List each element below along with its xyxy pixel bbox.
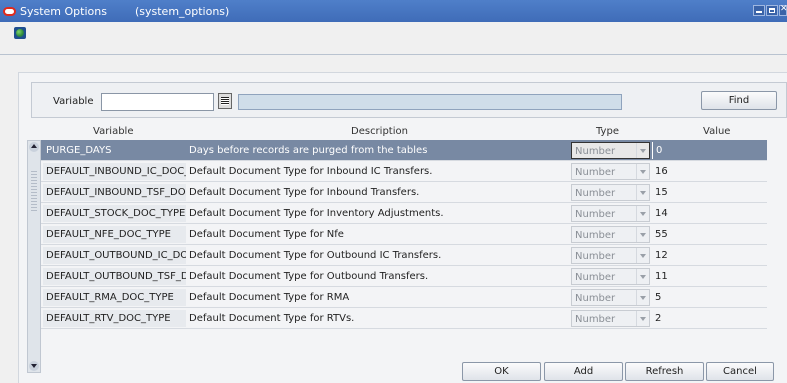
value-cell[interactable]: 12 bbox=[652, 247, 767, 264]
ok-button[interactable]: OK bbox=[462, 362, 541, 381]
type-value: Number bbox=[575, 188, 616, 199]
list-of-values-icon[interactable] bbox=[218, 93, 232, 109]
description-cell[interactable]: Default Document Type for Inventory Adju… bbox=[187, 205, 569, 222]
header-value: Value bbox=[703, 126, 731, 137]
chevron-down-icon[interactable] bbox=[636, 227, 649, 242]
chevron-down-icon[interactable] bbox=[636, 164, 649, 179]
scroll-up-arrow-icon[interactable] bbox=[29, 142, 39, 152]
window-controls bbox=[753, 4, 787, 16]
find-button[interactable]: Find bbox=[701, 91, 777, 110]
type-select[interactable]: Number bbox=[571, 205, 650, 222]
value-cell[interactable]: 14 bbox=[652, 205, 767, 222]
type-select[interactable]: Number bbox=[571, 268, 650, 285]
table-row[interactable]: DEFAULT_NFE_DOC_TYPE Default Document Typ… bbox=[41, 224, 767, 245]
cancel-button[interactable]: Cancel bbox=[706, 362, 774, 381]
type-select[interactable]: Number bbox=[571, 142, 650, 159]
refresh-button[interactable]: Refresh bbox=[625, 362, 704, 381]
value-cell[interactable]: 15 bbox=[652, 184, 767, 201]
type-value: Number bbox=[575, 230, 616, 241]
form-name: (system_options) bbox=[134, 4, 230, 18]
close-button[interactable] bbox=[779, 4, 787, 16]
table-row[interactable]: DEFAULT_INBOUND_TSF_DO(Default Document … bbox=[41, 182, 767, 203]
chevron-down-icon[interactable] bbox=[636, 143, 649, 158]
description-cell[interactable]: Days before records are purged from the … bbox=[187, 142, 569, 159]
table-row[interactable]: DEFAULT_OUTBOUND_IC_DO Default Document T… bbox=[41, 245, 767, 266]
type-value: Number bbox=[575, 146, 616, 157]
scroll-down-arrow-icon[interactable] bbox=[29, 361, 39, 371]
chevron-down-icon[interactable] bbox=[636, 311, 649, 326]
main-panel: Variable Find Variable Description Type … bbox=[18, 72, 787, 383]
chevron-down-icon[interactable] bbox=[636, 206, 649, 221]
header-type: Type bbox=[596, 126, 619, 137]
type-value: Number bbox=[575, 314, 616, 325]
table-row[interactable]: DEFAULT_OUTBOUND_TSF_D Default Document T… bbox=[41, 266, 767, 287]
variable-cell[interactable]: PURGE_DAYS bbox=[43, 142, 186, 159]
toolbar bbox=[0, 22, 787, 55]
description-cell[interactable]: Default Document Type for Outbound IC Tr… bbox=[187, 247, 569, 264]
variable-cell[interactable]: DEFAULT_RMA_DOC_TYPE bbox=[43, 289, 186, 306]
variable-cell[interactable]: DEFAULT_INBOUND_TSF_DO( bbox=[43, 184, 186, 201]
type-value: Number bbox=[575, 272, 616, 283]
description-cell[interactable]: Default Document Type for RMA bbox=[187, 289, 569, 306]
variable-label: Variable bbox=[53, 96, 94, 107]
type-select[interactable]: Number bbox=[571, 163, 650, 180]
value-cell[interactable]: 11 bbox=[652, 268, 767, 285]
type-select[interactable]: Number bbox=[571, 289, 650, 306]
scroll-grip-icon[interactable] bbox=[31, 171, 37, 211]
chevron-down-icon[interactable] bbox=[636, 185, 649, 200]
type-value: Number bbox=[575, 209, 616, 220]
type-value: Number bbox=[575, 293, 616, 304]
maximize-button[interactable] bbox=[766, 5, 778, 16]
header-variable: Variable bbox=[93, 126, 134, 137]
value-cell[interactable]: 5 bbox=[652, 289, 767, 306]
type-select[interactable]: Number bbox=[571, 310, 650, 327]
type-value: Number bbox=[575, 251, 616, 262]
variable-description-field bbox=[238, 94, 622, 110]
value-cell[interactable]: 2 bbox=[652, 310, 767, 327]
description-cell[interactable]: Default Document Type for Outbound Trans… bbox=[187, 268, 569, 285]
table-row[interactable]: DEFAULT_STOCK_DOC_TYPE Default Document T… bbox=[41, 203, 767, 224]
description-cell[interactable]: Default Document Type for Inbound Transf… bbox=[187, 184, 569, 201]
variable-cell[interactable]: DEFAULT_OUTBOUND_IC_DO bbox=[43, 247, 186, 264]
add-button[interactable]: Add bbox=[544, 362, 623, 381]
table-row[interactable]: DEFAULT_RTV_DOC_TYPE Default Document Typ… bbox=[41, 308, 767, 329]
chevron-down-icon[interactable] bbox=[636, 248, 649, 263]
description-cell[interactable]: Default Document Type for RTVs. bbox=[187, 310, 569, 327]
description-cell[interactable]: Default Document Type for Inbound IC Tra… bbox=[187, 163, 569, 180]
variable-cell[interactable]: DEFAULT_INBOUND_IC_DOC_ bbox=[43, 163, 186, 180]
minimize-button[interactable] bbox=[753, 5, 765, 16]
search-panel: Variable Find bbox=[31, 82, 787, 118]
header-description: Description bbox=[351, 126, 408, 137]
variable-cell[interactable]: DEFAULT_STOCK_DOC_TYPE bbox=[43, 205, 186, 222]
chevron-down-icon[interactable] bbox=[636, 269, 649, 284]
table-row[interactable]: DEFAULT_INBOUND_IC_DOC_ Default Document … bbox=[41, 161, 767, 182]
type-select[interactable]: Number bbox=[571, 226, 650, 243]
variable-cell[interactable]: DEFAULT_OUTBOUND_TSF_D bbox=[43, 268, 186, 285]
variable-search-input[interactable] bbox=[101, 93, 214, 111]
oracle-logo-icon bbox=[3, 6, 16, 16]
value-cell[interactable]: 55 bbox=[652, 226, 767, 243]
variable-cell[interactable]: DEFAULT_RTV_DOC_TYPE bbox=[43, 310, 186, 327]
description-cell[interactable]: Default Document Type for Nfe bbox=[187, 226, 569, 243]
table-row[interactable]: DEFAULT_RMA_DOC_TYPE Default Document Typ… bbox=[41, 287, 767, 308]
globe-icon[interactable] bbox=[14, 27, 26, 39]
window-title: System Options bbox=[20, 4, 107, 18]
chevron-down-icon[interactable] bbox=[636, 290, 649, 305]
type-select[interactable]: Number bbox=[571, 247, 650, 264]
window-title-bar: System Options (system_options) bbox=[0, 0, 787, 22]
value-cell[interactable]: 0 bbox=[652, 142, 767, 159]
type-select[interactable]: Number bbox=[571, 184, 650, 201]
table-scrollbar[interactable] bbox=[27, 140, 41, 373]
type-value: Number bbox=[575, 167, 616, 178]
variable-cell[interactable]: DEFAULT_NFE_DOC_TYPE bbox=[43, 226, 186, 243]
value-cell[interactable]: 16 bbox=[652, 163, 767, 180]
table-row[interactable]: PURGE_DAYS Days before records are purged… bbox=[41, 140, 767, 161]
